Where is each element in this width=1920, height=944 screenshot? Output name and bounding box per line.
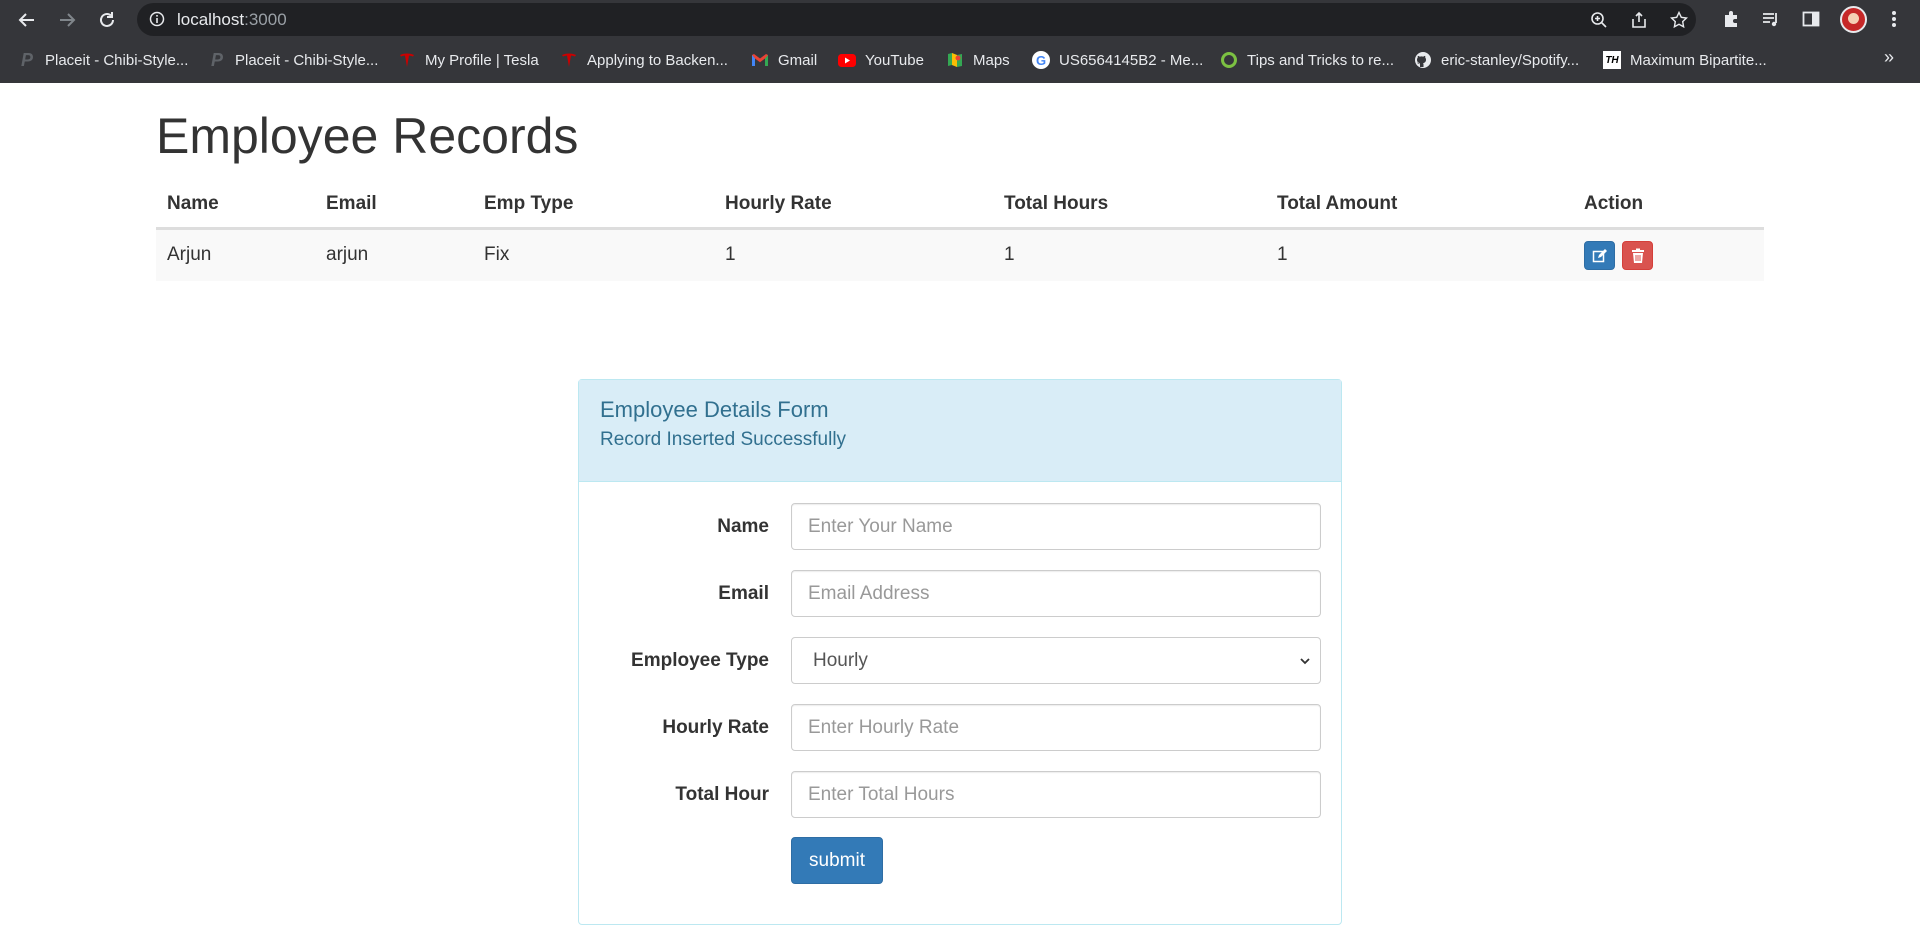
- bookmark-maps[interactable]: Maps: [946, 47, 1010, 73]
- media-queue-icon[interactable]: [1760, 8, 1782, 30]
- form-row-employee-type: Employee Type Hourly: [579, 637, 1341, 685]
- bookmark-placeit-2[interactable]: P Placeit - Chibi-Style...: [208, 47, 378, 73]
- employee-details-form-panel: Employee Details Form Record Inserted Su…: [578, 379, 1342, 925]
- back-icon[interactable]: [13, 6, 41, 34]
- bookmark-bipartite[interactable]: TH Maximum Bipartite...: [1603, 47, 1767, 73]
- reload-icon[interactable]: [93, 6, 121, 34]
- bookmark-patent[interactable]: G US6564145B2 - Me...: [1032, 47, 1203, 73]
- th-icon: TH: [1603, 51, 1621, 69]
- bookmark-label: Tips and Tricks to re...: [1247, 51, 1394, 69]
- ring-icon: [1220, 51, 1238, 69]
- column-header-total-hours: Total Hours: [993, 182, 1266, 230]
- browser-menu-icon[interactable]: [1883, 8, 1905, 30]
- edit-icon: [1592, 248, 1607, 262]
- table-header-row: Name Email Emp Type Hourly Rate Total Ho…: [156, 182, 1764, 230]
- zoom-icon[interactable]: [1589, 10, 1609, 30]
- bookmark-gmail[interactable]: Gmail: [751, 47, 817, 73]
- profile-avatar[interactable]: [1840, 6, 1867, 33]
- bookmark-placeit-1[interactable]: P Placeit - Chibi-Style...: [18, 47, 188, 73]
- placeit-icon: P: [20, 49, 33, 70]
- bookmark-youtube[interactable]: YouTube: [838, 47, 924, 73]
- employee-records-table: Name Email Emp Type Hourly Rate Total Ho…: [156, 182, 1764, 281]
- status-message: Record Inserted Successfully: [600, 429, 847, 450]
- url-host: localhost: [177, 10, 245, 29]
- maps-icon: [946, 51, 964, 69]
- delete-button[interactable]: [1622, 240, 1654, 270]
- github-icon: [1414, 51, 1432, 69]
- cell-total-hours: 1: [993, 227, 1266, 281]
- cell-total-amount: 1: [1266, 227, 1573, 281]
- bookmark-label: YouTube: [865, 51, 924, 69]
- bookmark-applying[interactable]: Applying to Backen...: [560, 47, 728, 73]
- extensions-icon[interactable]: [1720, 8, 1742, 30]
- cell-hourly-rate: 1: [714, 227, 993, 281]
- bookmark-label: eric-stanley/Spotify...: [1441, 51, 1580, 69]
- bookmark-github[interactable]: eric-stanley/Spotify...: [1414, 47, 1579, 73]
- column-header-action: Action: [1573, 182, 1764, 230]
- form-row-total-hour: Total Hour: [579, 771, 1341, 819]
- tesla-icon: [398, 51, 416, 69]
- cell-name: Arjun: [156, 227, 315, 281]
- name-label: Name: [717, 516, 769, 537]
- column-header-emp-type: Emp Type: [473, 182, 714, 230]
- bookmark-label: Maximum Bipartite...: [1630, 51, 1767, 69]
- bookmark-tips[interactable]: Tips and Tricks to re...: [1220, 47, 1394, 73]
- cell-email: arjun: [315, 227, 473, 281]
- placeit-icon: P: [210, 49, 223, 70]
- column-header-total-amount: Total Amount: [1266, 182, 1573, 230]
- employee-type-select[interactable]: Hourly: [791, 637, 1321, 684]
- hourly-rate-label: Hourly Rate: [662, 717, 769, 738]
- browser-chrome: localhost:3000 P Placeit - Chibi-Style..…: [0, 0, 1920, 83]
- email-label: Email: [718, 583, 769, 604]
- bookmark-label: My Profile | Tesla: [425, 51, 539, 69]
- site-info-icon[interactable]: [149, 11, 165, 32]
- chevron-down-icon: [1300, 658, 1310, 665]
- form-row-email: Email: [579, 570, 1341, 618]
- total-hours-input[interactable]: [791, 771, 1321, 818]
- form-title: Employee Details Form: [600, 397, 829, 422]
- selected-option: Hourly: [813, 650, 868, 671]
- bookmark-label: Placeit - Chibi-Style...: [45, 51, 189, 69]
- youtube-icon: [838, 51, 856, 69]
- column-header-hourly-rate: Hourly Rate: [714, 182, 993, 230]
- url-port: :3000: [244, 10, 287, 29]
- form-row-name: Name: [579, 503, 1341, 551]
- side-panel-icon[interactable]: [1800, 8, 1822, 30]
- page-content: Employee Records Name Email Emp Type Hou…: [0, 83, 1920, 944]
- bookmarks-bar: P Placeit - Chibi-Style... P Placeit - C…: [0, 47, 1920, 73]
- bookmark-label: Placeit - Chibi-Style...: [235, 51, 379, 69]
- bookmark-tesla-profile[interactable]: My Profile | Tesla: [398, 47, 539, 73]
- panel-heading: Employee Details Form Record Inserted Su…: [579, 380, 1341, 482]
- url-text: localhost:3000: [177, 10, 287, 30]
- trash-icon: [1632, 248, 1645, 263]
- name-input[interactable]: [791, 503, 1321, 550]
- submit-button[interactable]: submit: [791, 837, 883, 884]
- browser-toolbar: localhost:3000: [0, 0, 1920, 39]
- hourly-rate-input[interactable]: [791, 704, 1321, 751]
- cell-emp-type: Fix: [473, 227, 714, 281]
- email-input[interactable]: [791, 570, 1321, 617]
- bookmark-label: Maps: [973, 51, 1010, 69]
- address-bar[interactable]: localhost:3000: [137, 3, 1696, 36]
- google-icon: G: [1032, 51, 1050, 69]
- cell-action: [1573, 227, 1764, 281]
- share-icon[interactable]: [1629, 10, 1649, 30]
- more-bookmarks-chevron[interactable]: »: [1884, 47, 1894, 68]
- form-row-hourly-rate: Hourly Rate: [579, 704, 1341, 752]
- column-header-email: Email: [315, 182, 473, 230]
- column-header-name: Name: [156, 182, 315, 230]
- bookmark-label: Gmail: [778, 51, 818, 69]
- table-row: Arjun arjun Fix 1 1 1: [156, 227, 1764, 281]
- tesla-icon: [560, 51, 578, 69]
- employee-type-label: Employee Type: [631, 650, 769, 671]
- forward-icon[interactable]: [53, 6, 81, 34]
- bookmark-label: US6564145B2 - Me...: [1059, 51, 1204, 69]
- edit-button[interactable]: [1584, 240, 1615, 270]
- bookmark-star-icon[interactable]: [1669, 10, 1689, 30]
- page-title: Employee Records: [156, 108, 579, 164]
- bookmark-label: Applying to Backen...: [587, 51, 728, 69]
- gmail-icon: [751, 51, 769, 69]
- total-hour-label: Total Hour: [675, 784, 769, 805]
